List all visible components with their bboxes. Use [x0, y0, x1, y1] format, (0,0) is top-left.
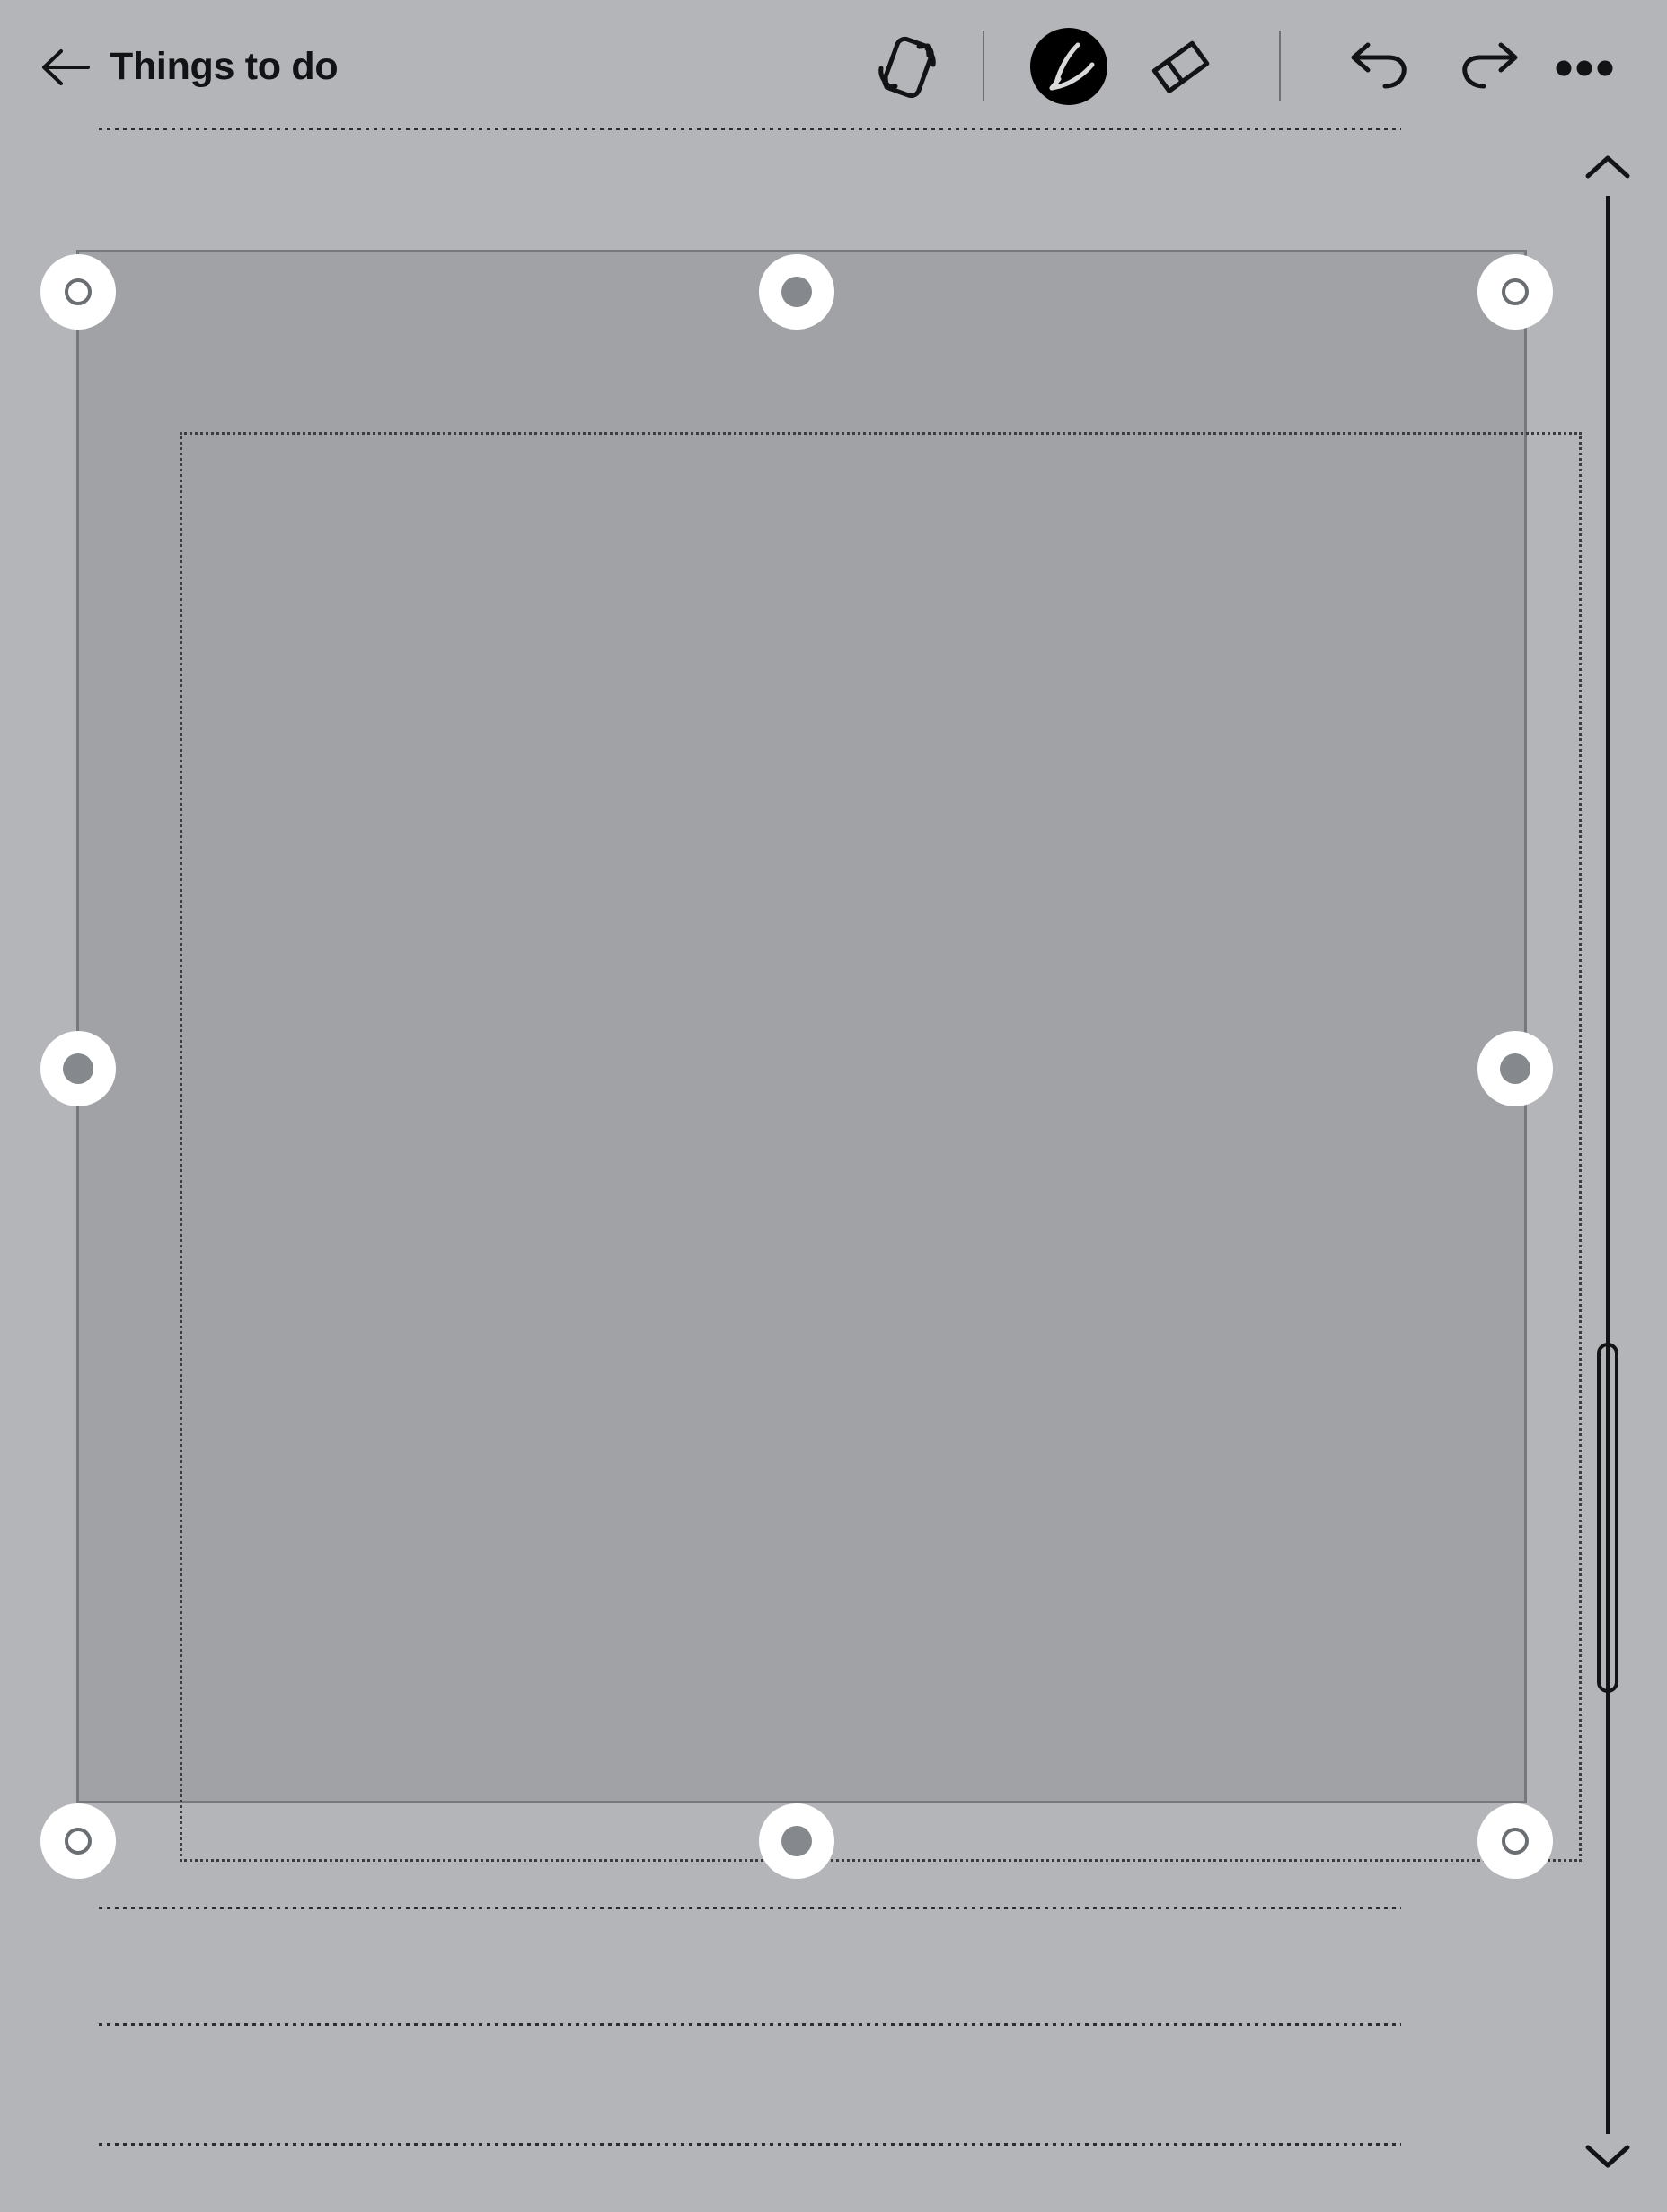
- selection-bounding-box[interactable]: [76, 250, 1582, 1862]
- redo-button[interactable]: [1444, 20, 1538, 113]
- note-ruled-line: [99, 2143, 1401, 2146]
- selection-handle-top-right[interactable]: [1477, 254, 1553, 330]
- scrollbar-track[interactable]: [1606, 196, 1610, 2134]
- undo-button[interactable]: [1331, 20, 1424, 113]
- selection-inner-outline: [180, 432, 1582, 1862]
- selection-handle-top-left[interactable]: [40, 254, 116, 330]
- more-options-icon: [1556, 60, 1613, 76]
- selection-handle-bottom-center[interactable]: [759, 1803, 834, 1879]
- app-header: Things to do: [0, 0, 1667, 133]
- selection-handle-middle-left[interactable]: [40, 1031, 116, 1106]
- page-scrollbar[interactable]: [1563, 144, 1667, 2212]
- selection-handle-middle-right[interactable]: [1477, 1031, 1553, 1106]
- scroll-down-button[interactable]: [1579, 2131, 1636, 2180]
- pen-icon: [1030, 28, 1107, 105]
- chevron-down-icon: [1585, 2145, 1630, 2168]
- chevron-up-icon: [1585, 155, 1630, 179]
- toolbar-divider-left: [983, 31, 984, 101]
- rotate-page-button[interactable]: [860, 20, 954, 113]
- scroll-up-button[interactable]: [1579, 144, 1636, 192]
- eraser-icon: [1151, 40, 1210, 93]
- note-ruled-line: [99, 2023, 1401, 2026]
- selection-handle-bottom-right[interactable]: [1477, 1803, 1553, 1879]
- toolbar-divider-right: [1279, 31, 1281, 101]
- back-button[interactable]: [38, 40, 93, 95]
- more-options-button[interactable]: [1543, 27, 1626, 110]
- undo-icon: [1351, 42, 1407, 89]
- back-arrow-icon: [42, 49, 90, 85]
- header-separator-rule: [99, 128, 1401, 130]
- selection-handle-bottom-left[interactable]: [40, 1803, 116, 1879]
- page-title: Things to do: [110, 45, 339, 88]
- note-ruled-line: [99, 1907, 1401, 1909]
- scrollbar-thumb[interactable]: [1597, 1343, 1618, 1693]
- redo-icon: [1462, 42, 1518, 89]
- pen-button[interactable]: [1022, 20, 1116, 113]
- eraser-button[interactable]: [1133, 20, 1227, 113]
- rotate-page-icon: [878, 36, 936, 99]
- note-canvas[interactable]: [0, 133, 1667, 2212]
- selection-handle-top-center[interactable]: [759, 254, 834, 330]
